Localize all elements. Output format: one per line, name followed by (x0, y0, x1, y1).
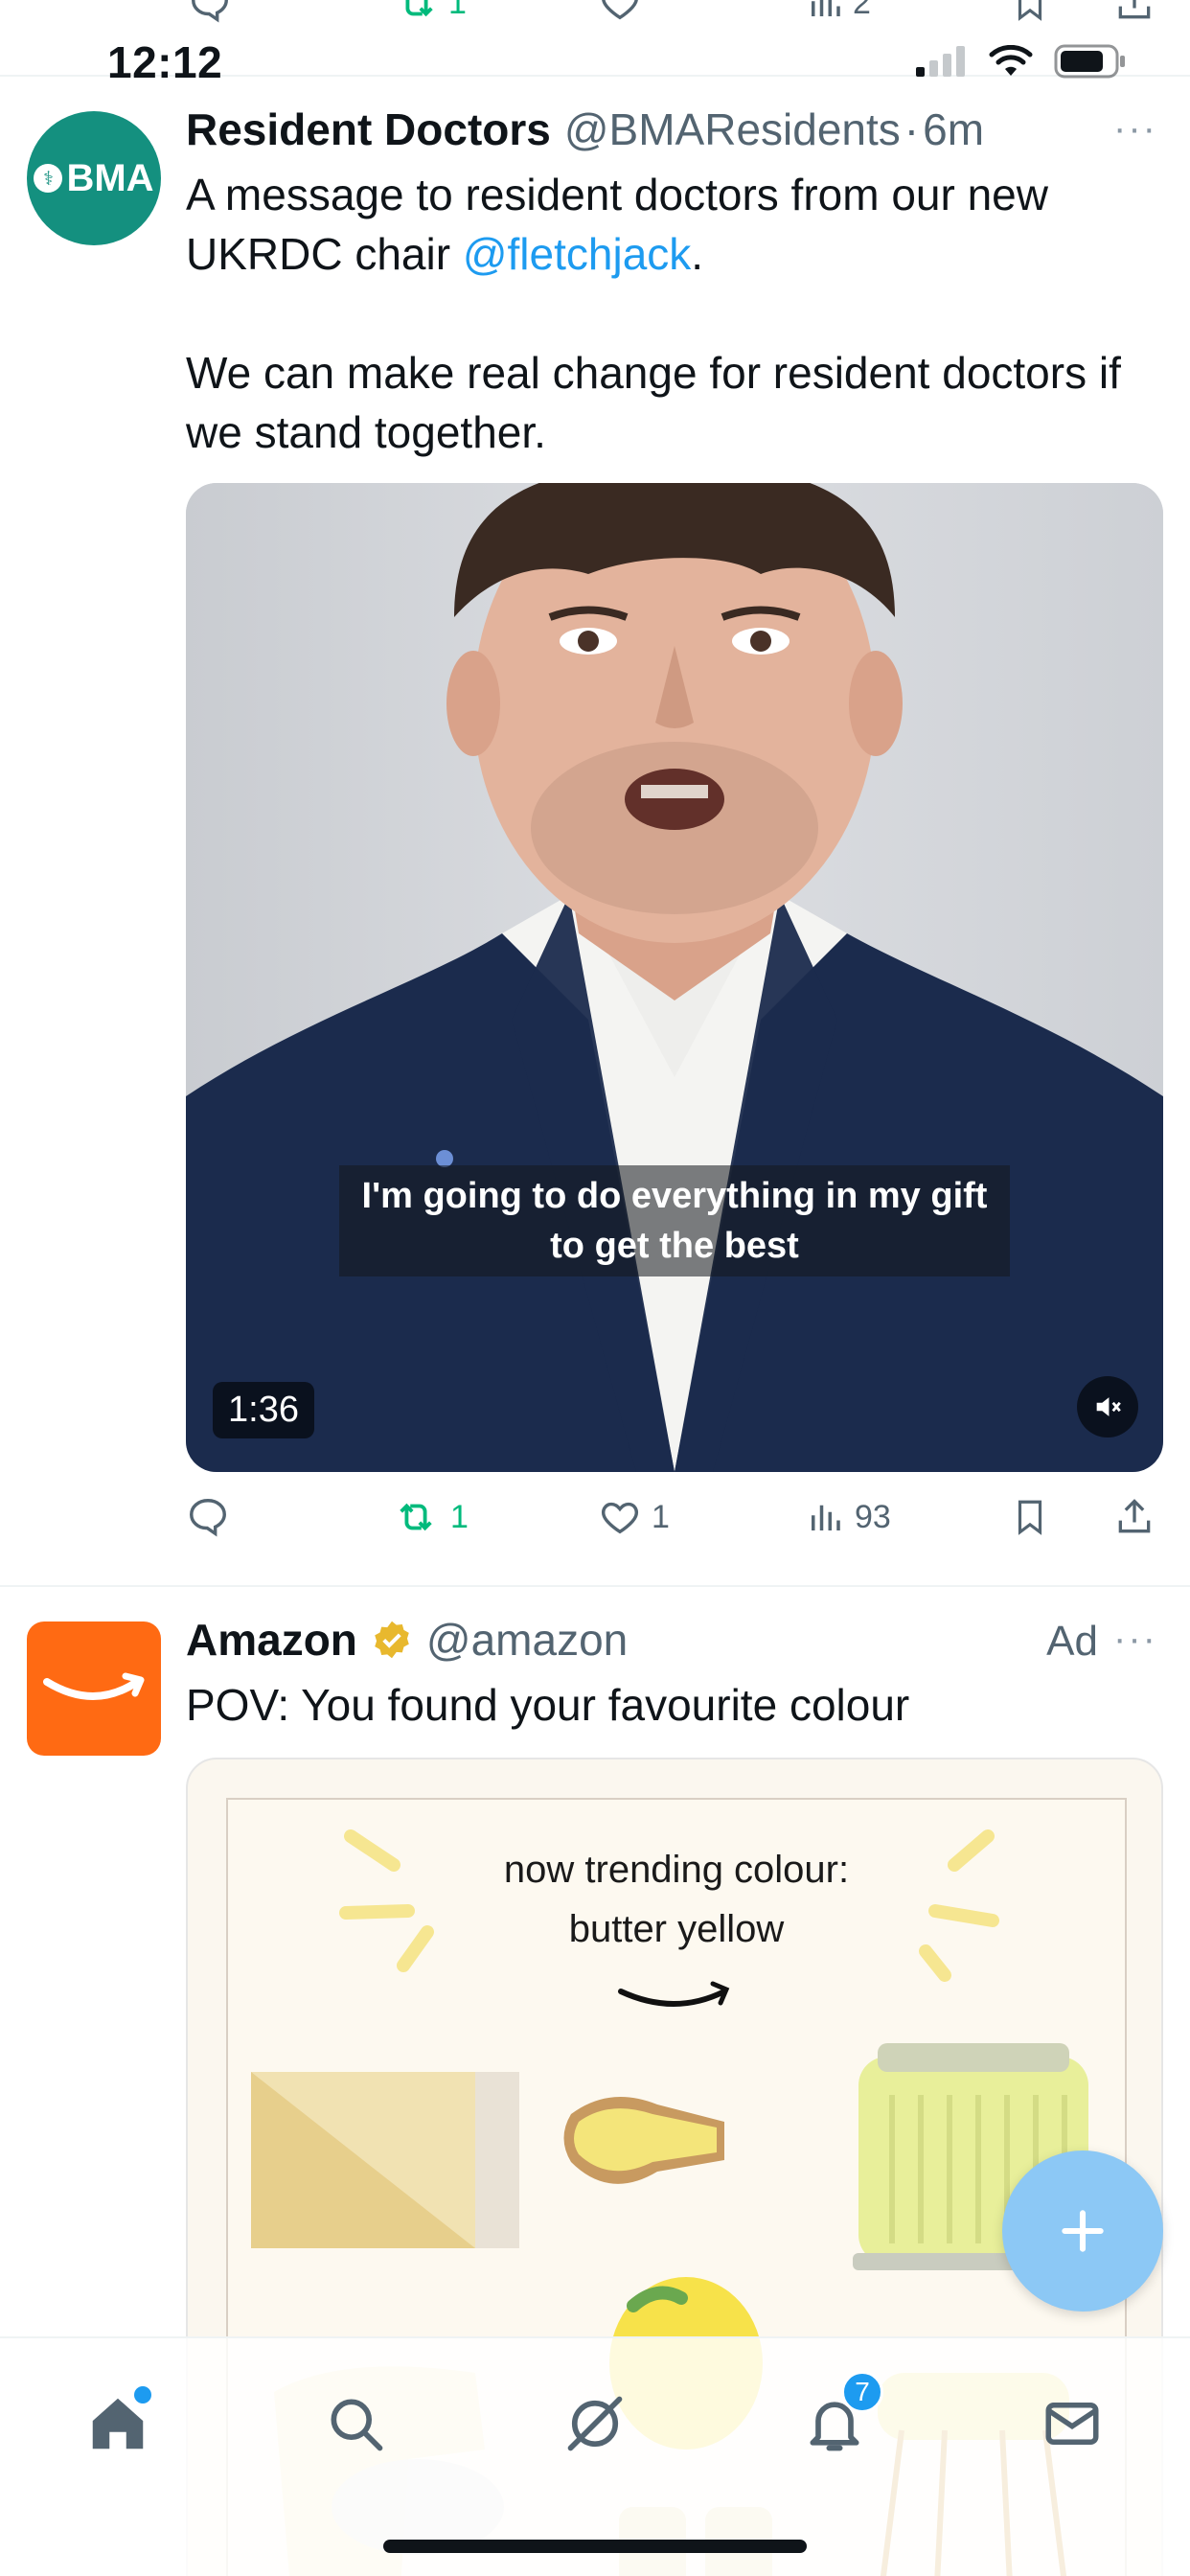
author-handle[interactable]: @amazon (426, 1614, 628, 1666)
tweet-text-line: UKRDC chair @fletchjack. (186, 224, 1163, 284)
new-content-dot (134, 2386, 151, 2404)
share-icon (1118, 1499, 1151, 1533)
author-name[interactable]: Amazon (186, 1614, 357, 1666)
tweet-header: Resident Doctors @BMAResidents · 6m (186, 104, 984, 155)
messages-icon (1045, 2403, 1099, 2445)
avatar[interactable] (27, 1622, 161, 1756)
video-duration: 1:36 (213, 1382, 314, 1438)
like-count: 1 (652, 1498, 670, 1535)
author-name[interactable]: Resident Doctors (186, 104, 551, 155)
nav-search[interactable] (312, 2380, 399, 2467)
like-button[interactable]: 1 (598, 1495, 670, 1539)
wifi-icon (989, 45, 1033, 76)
more-options-button[interactable]: ··· (1113, 107, 1157, 150)
bma-logo-icon: ⚕ (34, 164, 63, 193)
ad-card-title-line: now trending colour: (503, 1849, 850, 1891)
reply-button[interactable] (188, 0, 232, 25)
plus-icon (1062, 2210, 1104, 2252)
nav-grok[interactable] (552, 2380, 638, 2467)
share-button[interactable] (1113, 1495, 1156, 1539)
home-indicator[interactable] (383, 2540, 807, 2553)
mute-button[interactable] (1077, 1376, 1138, 1438)
tweet-text: POV: You found your favourite colour (186, 1680, 910, 1730)
avatar[interactable]: ⚕ BMA (27, 111, 161, 245)
video-caption: I'm going to do everything in my gift to… (339, 1165, 1010, 1276)
nav-notifications[interactable]: 7 (791, 2371, 883, 2467)
battery-icon (1054, 44, 1125, 79)
share-icon (1118, 0, 1151, 19)
bookmark-button[interactable] (1010, 1495, 1050, 1539)
bookmark-button[interactable] (1010, 0, 1050, 25)
compose-post-button[interactable] (1002, 2150, 1163, 2312)
status-icons (916, 44, 1127, 79)
retweet-icon (405, 0, 433, 17)
nav-home[interactable] (75, 2380, 161, 2467)
views-icon (812, 0, 840, 16)
amazon-smile-icon (43, 1672, 145, 1700)
ad-card-title: now trending colour: butter yellow (188, 1840, 1161, 1959)
caption-line: I'm going to do everything in my gift (361, 1176, 988, 1216)
separator: · (904, 104, 920, 154)
verified-badge-icon (375, 1621, 409, 1659)
tweet-text-line: A message to resident doctors from our n… (186, 170, 1048, 219)
grok-icon (567, 2396, 623, 2451)
text-fragment: . (691, 229, 704, 279)
tweet-header: Amazon @amazon (186, 1614, 628, 1666)
search-icon (331, 2399, 383, 2451)
tweet-text-line: We can make real change for resident doc… (186, 348, 1121, 398)
retweet-button[interactable]: 1 (391, 1495, 469, 1539)
views-icon (812, 1505, 840, 1530)
heart-icon (602, 0, 638, 20)
video-frame-image (186, 483, 1163, 1472)
notifications-badge: 7 (841, 2371, 883, 2413)
bookmark-icon (1018, 0, 1042, 21)
mention-link[interactable]: @fletchjack (463, 229, 691, 279)
tweet-text: A message to resident doctors from our n… (186, 165, 1163, 462)
tweet-text-line: we stand together. (186, 407, 546, 457)
more-options-button[interactable]: ··· (1113, 1618, 1157, 1661)
heart-icon (602, 1502, 638, 1534)
reply-button[interactable] (186, 1495, 240, 1539)
text-fragment: UKRDC chair (186, 229, 463, 279)
tweet-actions: 1 1 93 (186, 1495, 1163, 1552)
status-time: 12:12 (107, 37, 223, 87)
video-player[interactable]: I'm going to do everything in my gift to… (186, 483, 1163, 1472)
reply-icon (190, 1499, 226, 1537)
timestamp[interactable]: 6m (923, 104, 984, 155)
views-button[interactable]: 2 (805, 0, 871, 25)
share-button[interactable] (1113, 0, 1156, 25)
retweet-button[interactable]: 1 (393, 0, 467, 25)
avatar-text: BMA (66, 156, 154, 199)
cellular-signal-icon (916, 46, 965, 77)
bookmark-icon (1018, 1500, 1042, 1535)
views-count: 2 (853, 0, 871, 21)
nav-messages[interactable] (1029, 2380, 1115, 2467)
reply-icon (192, 0, 228, 23)
views-button[interactable]: 93 (805, 1495, 891, 1539)
retweet-icon (400, 1503, 432, 1531)
ad-card-title-line: butter yellow (568, 1908, 785, 1950)
retweet-count: 1 (450, 1498, 469, 1535)
retweet-count: 1 (448, 0, 467, 21)
caption-line: to get the best (550, 1226, 799, 1266)
views-count: 93 (855, 1498, 891, 1535)
speaker-muted-icon (1096, 1397, 1121, 1416)
ad-label: Ad (1046, 1618, 1098, 1665)
like-button[interactable] (598, 0, 642, 25)
author-handle[interactable]: @BMAResidents (564, 104, 901, 155)
divider (0, 1585, 1190, 1587)
